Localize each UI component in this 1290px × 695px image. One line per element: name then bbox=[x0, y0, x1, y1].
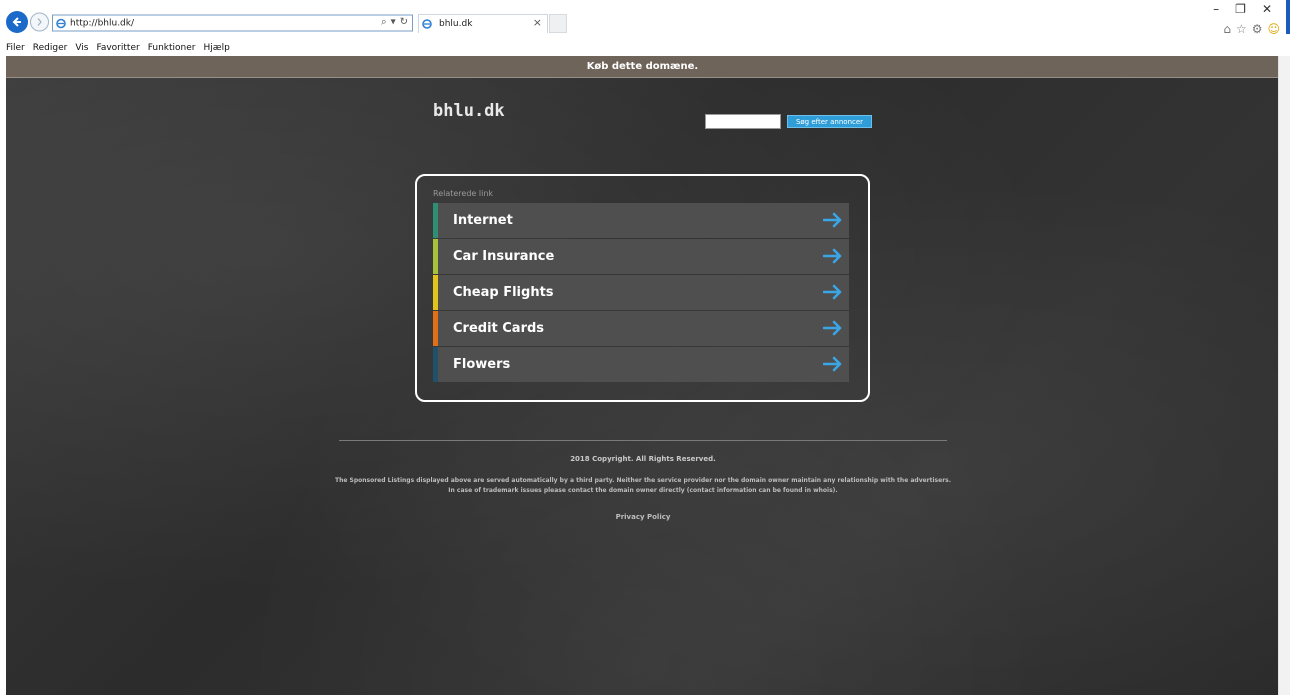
arrow-left-icon bbox=[12, 17, 21, 27]
arrow-right-icon[interactable] bbox=[823, 320, 843, 336]
browser-tab[interactable]: bhlu.dk × bbox=[418, 14, 548, 33]
menu-bar: Filer Rediger Vis Favoritter Funktioner … bbox=[0, 40, 230, 56]
privacy-policy-link[interactable]: Privacy Policy bbox=[339, 513, 947, 521]
ie-page-icon bbox=[56, 18, 66, 28]
disclaimer-text: The Sponsored Listings displayed above a… bbox=[335, 477, 952, 494]
page-viewport: Køb dette domæne. bhlu.dk Søg efter anno… bbox=[6, 56, 1279, 695]
feedback-smiley-icon[interactable]: ☺ bbox=[1267, 22, 1280, 36]
tab-title: bhlu.dk bbox=[439, 19, 473, 29]
search-ads-button[interactable]: Søg efter annoncer bbox=[787, 115, 872, 128]
link-item-credit-cards[interactable]: Credit Cards bbox=[433, 311, 849, 346]
browser-toolbar: ⌂ ☆ ⚙ ☺ bbox=[1223, 22, 1280, 36]
new-tab-button[interactable] bbox=[549, 14, 567, 33]
arrow-right-icon[interactable] bbox=[823, 212, 843, 228]
menu-edit[interactable]: Rediger bbox=[33, 43, 68, 53]
menu-help[interactable]: Hjælp bbox=[203, 43, 229, 53]
menu-view[interactable]: Vis bbox=[75, 43, 88, 53]
copyright-text: 2018 Copyright. All Rights Reserved. bbox=[570, 455, 716, 463]
buy-domain-link[interactable]: Køb dette domæne. bbox=[587, 61, 698, 72]
link-label[interactable]: Car Insurance bbox=[453, 249, 554, 264]
link-color-stripe bbox=[433, 275, 438, 310]
link-item-car-insurance[interactable]: Car Insurance bbox=[433, 239, 849, 274]
close-window-icon[interactable]: ✕ bbox=[1262, 2, 1272, 16]
dropdown-icon[interactable]: ▾ bbox=[391, 17, 396, 28]
refresh-icon[interactable]: ↻ bbox=[400, 17, 408, 28]
search-input[interactable] bbox=[705, 114, 781, 129]
favorites-icon[interactable]: ☆ bbox=[1236, 22, 1247, 36]
home-icon[interactable]: ⌂ bbox=[1223, 22, 1231, 36]
link-item-flowers[interactable]: Flowers bbox=[433, 347, 849, 382]
address-text: http://bhlu.dk/ bbox=[70, 18, 135, 28]
link-label[interactable]: Cheap Flights bbox=[453, 285, 554, 300]
link-color-stripe bbox=[433, 203, 438, 238]
menu-favorites[interactable]: Favoritter bbox=[96, 43, 139, 53]
site-title: bhlu.dk bbox=[433, 101, 505, 121]
footer-divider bbox=[339, 440, 947, 441]
arrow-right-icon[interactable] bbox=[823, 356, 843, 372]
menu-file[interactable]: Filer bbox=[6, 43, 25, 53]
window-controls: – ❐ ✕ bbox=[1213, 2, 1272, 16]
link-color-stripe bbox=[433, 347, 438, 382]
restore-icon[interactable]: ❐ bbox=[1235, 2, 1246, 16]
window-edge bbox=[1286, 0, 1290, 34]
page-scrollbar[interactable] bbox=[1278, 56, 1290, 695]
arrow-right-icon[interactable] bbox=[823, 248, 843, 264]
link-label[interactable]: Credit Cards bbox=[453, 321, 544, 336]
search-icon[interactable]: ⌕ bbox=[381, 17, 387, 28]
arrow-right-icon[interactable] bbox=[823, 284, 843, 300]
browser-chrome: http://bhlu.dk/ ⌕ ▾ ↻ bhlu.dk × – ❐ ✕ ⌂ … bbox=[0, 0, 1290, 58]
related-links-list: Internet Car Insurance Cheap Flights Cre… bbox=[433, 203, 849, 383]
link-label[interactable]: Internet bbox=[453, 213, 513, 228]
settings-icon[interactable]: ⚙ bbox=[1252, 22, 1263, 36]
minimize-icon[interactable]: – bbox=[1213, 2, 1219, 16]
link-label[interactable]: Flowers bbox=[453, 357, 510, 372]
close-tab-icon[interactable]: × bbox=[533, 16, 542, 29]
arrow-right-icon bbox=[37, 18, 42, 26]
link-item-cheap-flights[interactable]: Cheap Flights bbox=[433, 275, 849, 310]
forward-button[interactable] bbox=[30, 12, 49, 32]
back-button[interactable] bbox=[6, 11, 28, 33]
related-links-box: Relaterede link Internet Car Insurance C… bbox=[415, 174, 870, 402]
link-color-stripe bbox=[433, 311, 438, 346]
menu-tools[interactable]: Funktioner bbox=[148, 43, 196, 53]
ie-tab-icon bbox=[422, 19, 432, 29]
address-bar[interactable]: http://bhlu.dk/ ⌕ ▾ ↻ bbox=[52, 14, 413, 32]
link-item-internet[interactable]: Internet bbox=[433, 203, 849, 238]
related-links-title: Relaterede link bbox=[433, 189, 494, 198]
link-color-stripe bbox=[433, 239, 438, 274]
buy-domain-banner[interactable]: Køb dette domæne. bbox=[6, 56, 1279, 78]
